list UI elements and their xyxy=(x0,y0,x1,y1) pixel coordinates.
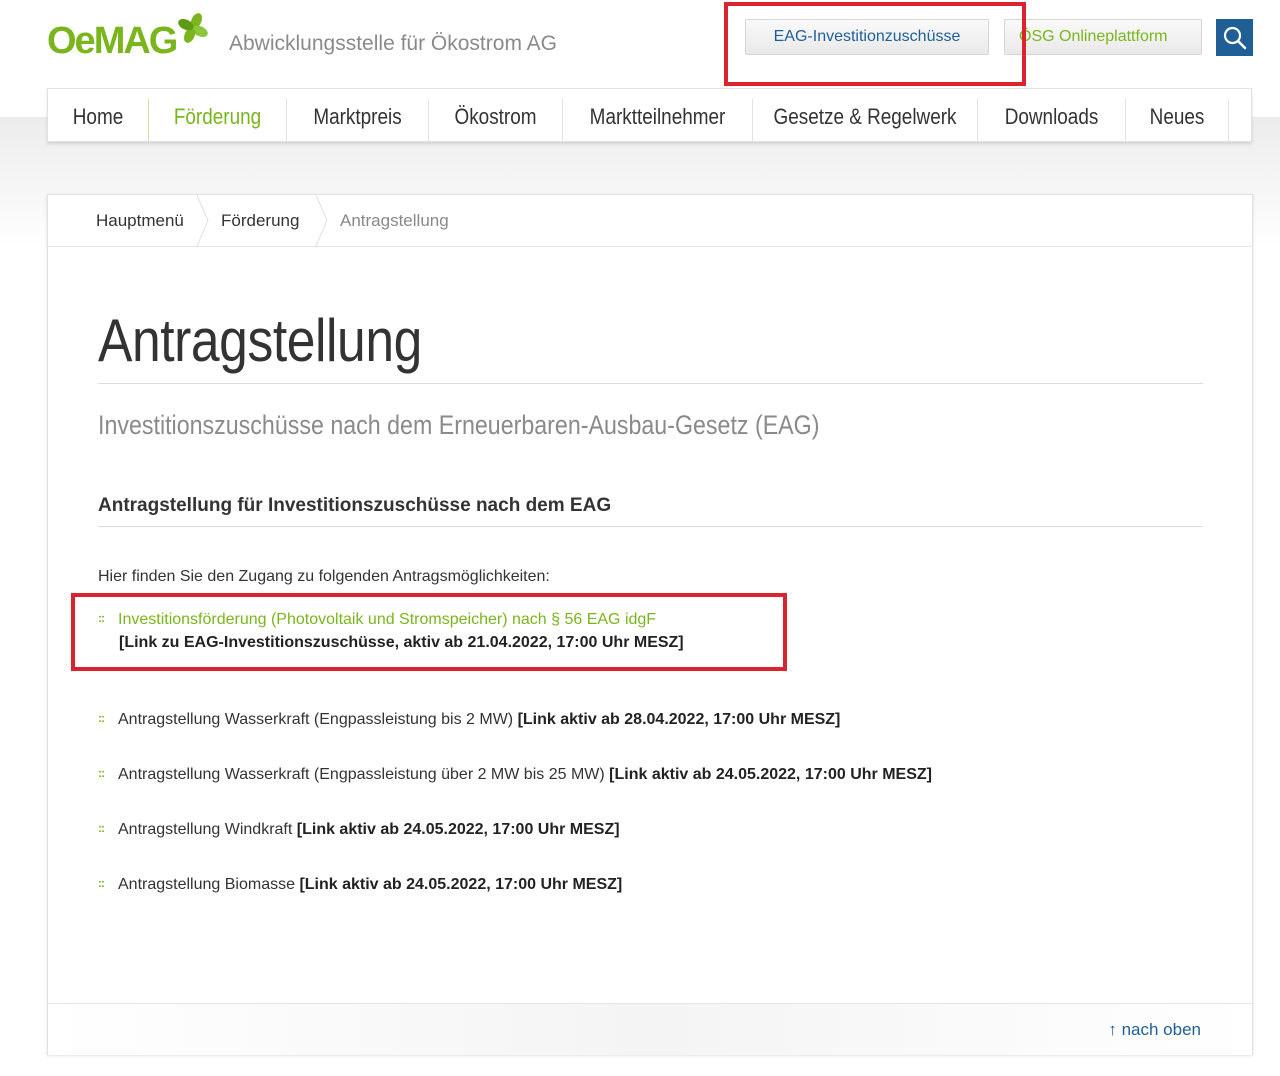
logo-text: OeMAG xyxy=(47,20,178,62)
nav-separator xyxy=(977,99,978,141)
item-link-note: [Link aktiv ab 24.05.2022, 17:00 Uhr MES… xyxy=(299,876,623,893)
item-link-note: [Link aktiv ab 24.05.2022, 17:00 Uhr MES… xyxy=(609,766,932,783)
square-dots-icon: :: xyxy=(98,821,105,835)
divider xyxy=(98,526,1203,527)
breadcrumb: Hauptmenü Förderung Antragstellung xyxy=(48,195,1252,247)
breadcrumb-item-hauptmenue[interactable]: Hauptmenü xyxy=(96,211,184,231)
nav-item-oekostrom[interactable]: Ökostrom xyxy=(438,97,552,141)
divider xyxy=(98,383,1203,384)
nav-separator xyxy=(286,99,287,141)
list-item-wasserkraft-2mw: :: Antragstellung Wasserkraft (Engpasslei… xyxy=(98,711,840,729)
item-text: Antragstellung Windkraft xyxy=(118,821,293,838)
content-panel: Hauptmenü Förderung Antragstellung Antra… xyxy=(47,194,1253,1055)
osg-platform-button[interactable]: ÖSG Onlineplattform xyxy=(1004,19,1202,55)
clover-leaf-icon xyxy=(178,13,208,43)
list-item-windkraft: :: Antragstellung Windkraft [Link aktiv a… xyxy=(98,821,620,839)
breadcrumb-item-foerderung[interactable]: Förderung xyxy=(221,211,299,231)
nav-separator xyxy=(562,99,563,141)
nav-separator xyxy=(148,99,149,141)
intro-text: Hier finden Sie den Zugang zu folgenden … xyxy=(98,568,550,585)
search-button[interactable] xyxy=(1216,19,1253,56)
square-dots-icon: :: xyxy=(98,611,105,625)
nav-item-neues[interactable]: Neues xyxy=(1133,97,1221,141)
nav-item-foerderung[interactable]: Förderung xyxy=(159,97,277,141)
item-link-note: [Link aktiv ab 28.04.2022, 17:00 Uhr MES… xyxy=(517,711,841,728)
breadcrumb-item-antragstellung: Antragstellung xyxy=(340,211,449,230)
list-item-biomasse: :: Antragstellung Biomasse [Link aktiv ab… xyxy=(98,876,622,894)
main-navigation: Home Förderung Marktpreis Ökostrom Markt… xyxy=(47,88,1252,142)
nav-item-marktpreis[interactable]: Marktpreis xyxy=(297,97,418,141)
list-item-photovoltaik: :: Investitionsförderung (Photovoltaik un… xyxy=(98,611,684,652)
page-title: Antragstellung xyxy=(98,307,422,374)
square-dots-icon: :: xyxy=(98,766,105,780)
item-text: Antragstellung Wasserkraft (Engpassleist… xyxy=(118,766,605,783)
square-dots-icon: :: xyxy=(98,711,105,725)
back-to-top-label: nach oben xyxy=(1121,1020,1201,1039)
nav-item-gesetze-regelwerk[interactable]: Gesetze & Regelwerk xyxy=(769,97,962,141)
square-dots-icon: :: xyxy=(98,876,105,890)
nav-separator xyxy=(1228,99,1229,141)
list-item-wasserkraft-25mw: :: Antragstellung Wasserkraft (Engpasslei… xyxy=(98,766,932,784)
section-heading: Antragstellung für Investitionszuschüsse… xyxy=(98,495,612,516)
nav-separator xyxy=(752,99,753,141)
panel-footer: ↑ nach oben xyxy=(48,1003,1252,1055)
nav-item-downloads[interactable]: Downloads xyxy=(988,97,1114,141)
link-note: [Link zu EAG-Investitionszuschüsse, akti… xyxy=(119,634,684,651)
item-text: Antragstellung Biomasse xyxy=(118,876,295,893)
breadcrumb-chevron-icon xyxy=(196,195,209,246)
photovoltaik-link[interactable]: Investitionsförderung (Photovoltaik und … xyxy=(118,611,656,628)
nav-item-home[interactable]: Home xyxy=(55,97,141,141)
breadcrumb-chevron-icon xyxy=(315,195,328,246)
nav-item-marktteilnehmer[interactable]: Marktteilnehmer xyxy=(576,97,739,141)
page-subtitle: Investitionszuschüsse nach dem Erneuerba… xyxy=(98,410,820,440)
tagline: Abwicklungsstelle für Ökostrom AG xyxy=(229,32,557,55)
search-icon xyxy=(1223,26,1247,50)
nav-separator xyxy=(428,99,429,141)
item-text: Antragstellung Wasserkraft (Engpassleist… xyxy=(118,711,514,728)
arrow-up-icon: ↑ xyxy=(1108,1020,1117,1039)
nav-separator xyxy=(1125,99,1126,141)
eag-investment-button[interactable]: EAG-Investitionzuschüsse xyxy=(745,19,989,55)
back-to-top-link[interactable]: ↑ nach oben xyxy=(1108,1020,1201,1040)
item-link-note: [Link aktiv ab 24.05.2022, 17:00 Uhr MES… xyxy=(296,821,620,838)
